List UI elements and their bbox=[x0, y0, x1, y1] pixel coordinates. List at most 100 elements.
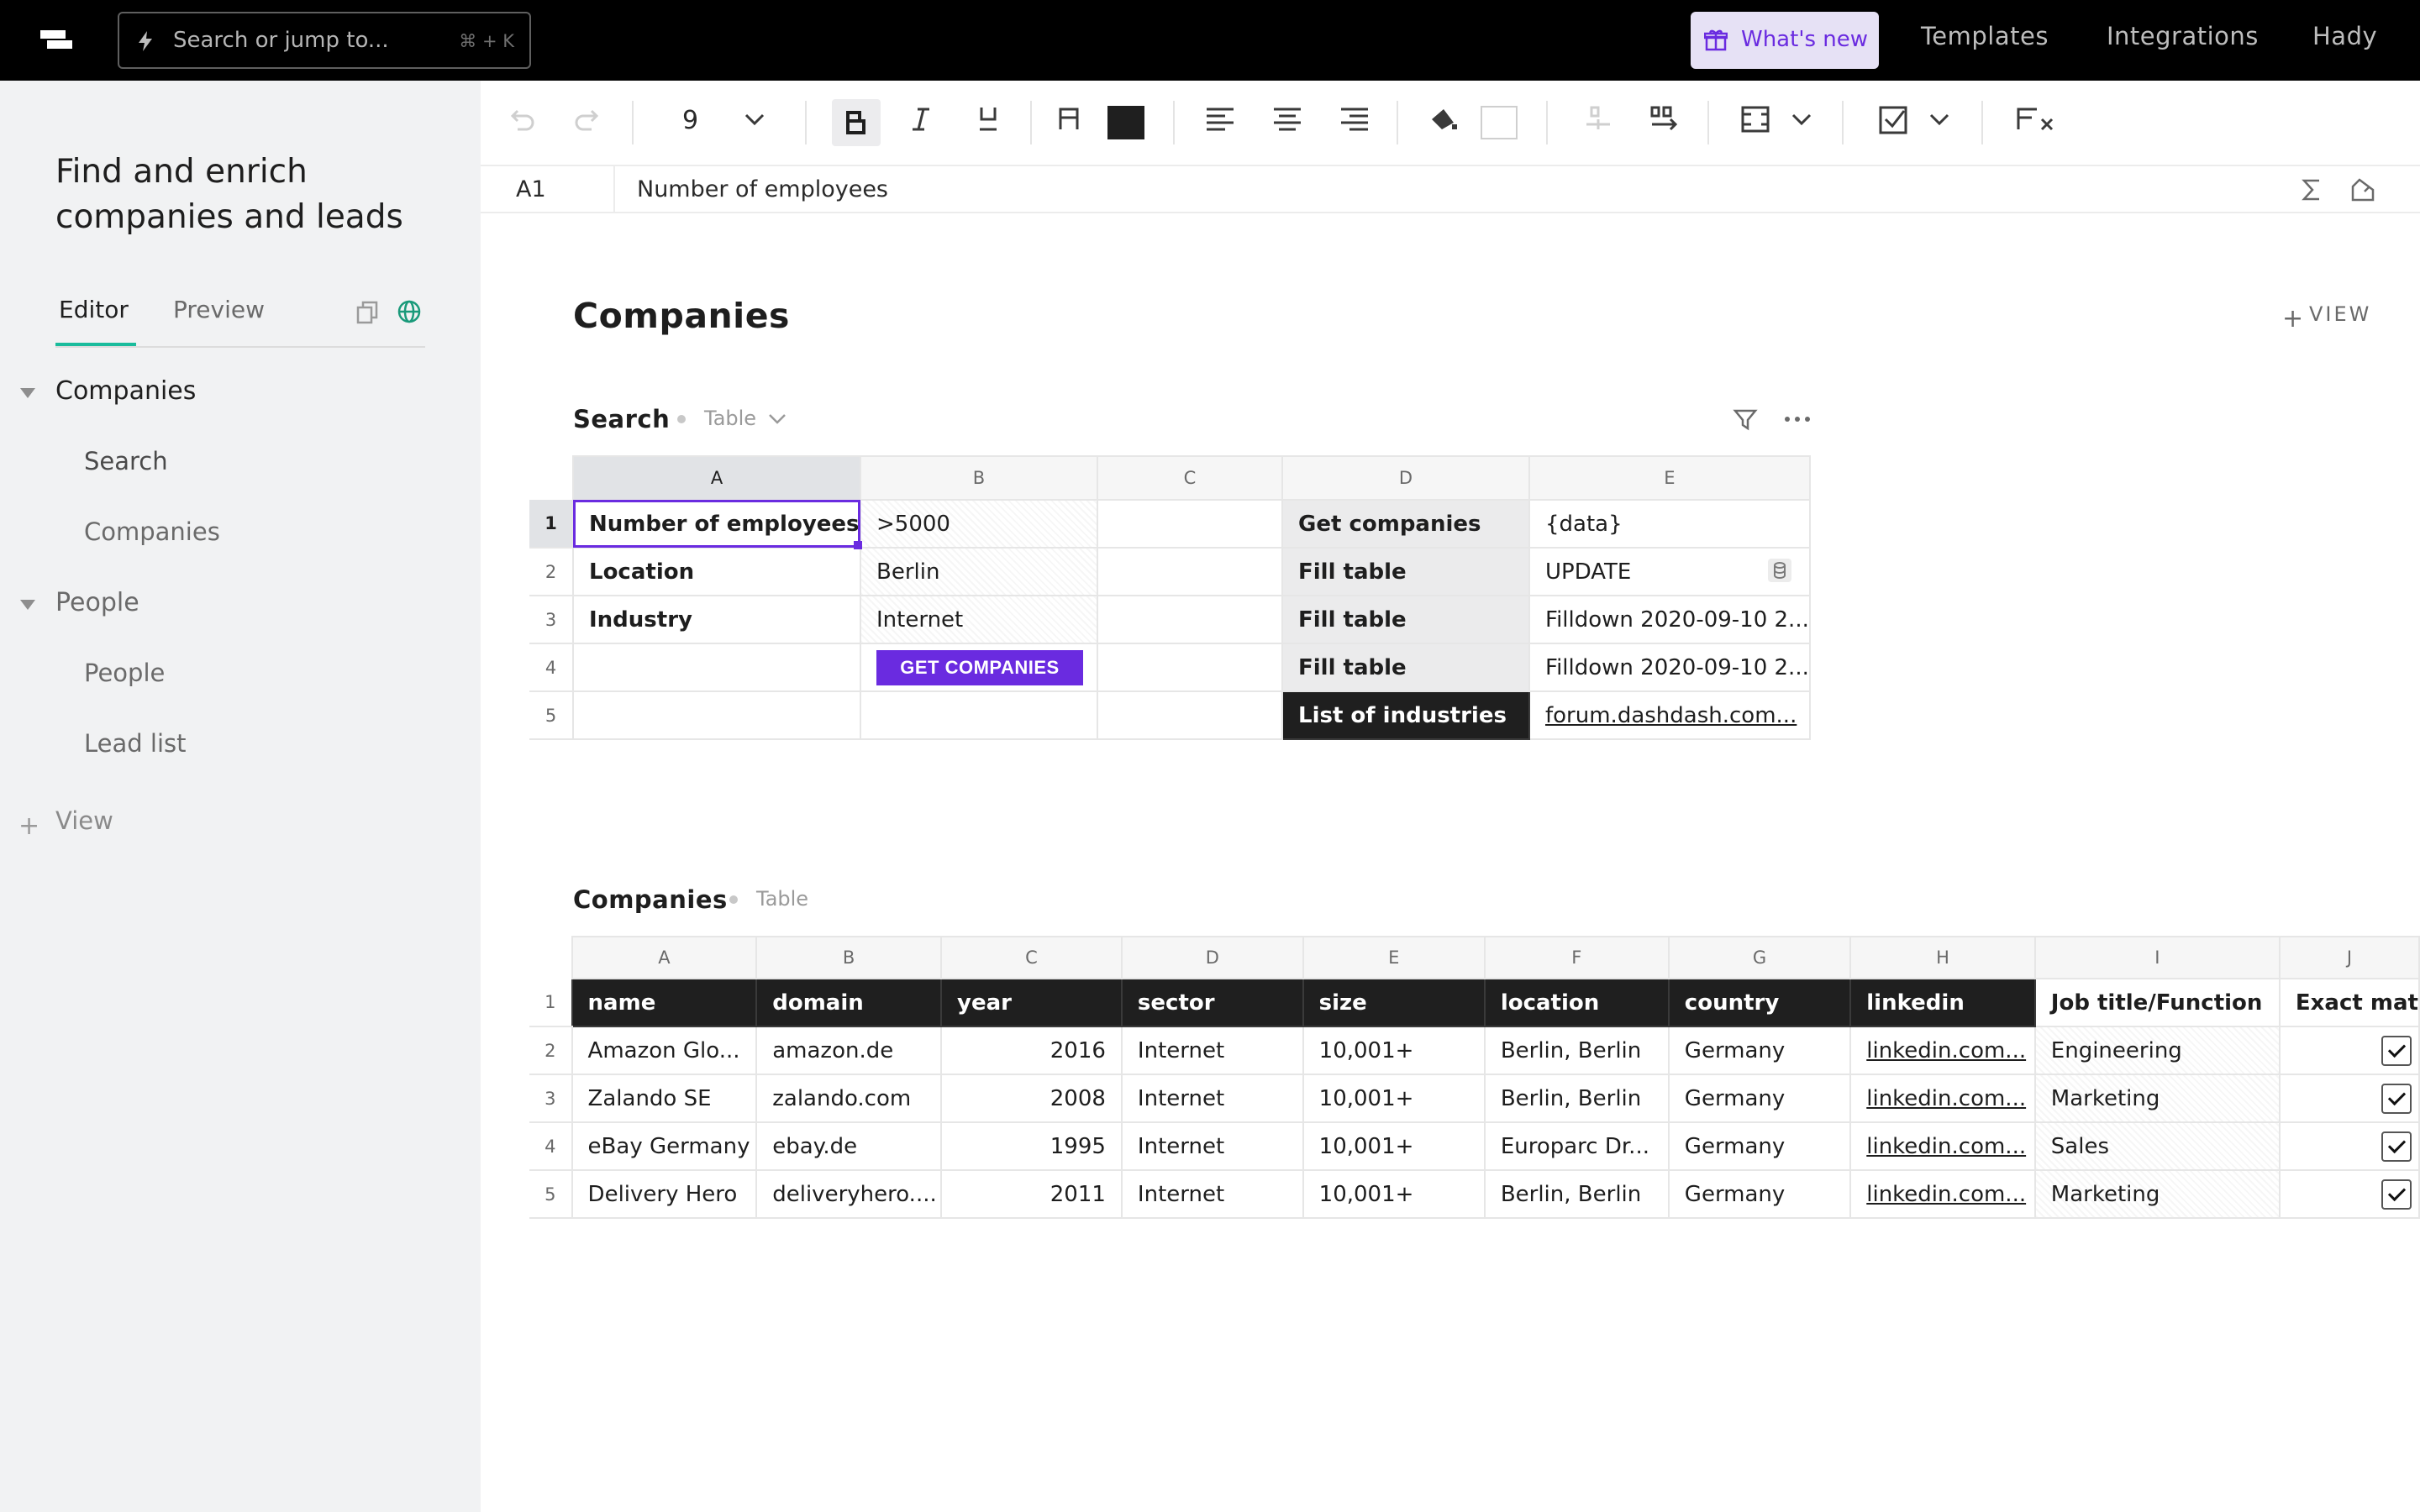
tab-editor[interactable]: Editor bbox=[59, 296, 129, 323]
fill-color-swatch[interactable] bbox=[1481, 106, 1518, 139]
row-header[interactable]: 1 bbox=[529, 500, 573, 549]
more-options-icon[interactable] bbox=[1783, 407, 1812, 432]
collapse-companies-icon[interactable] bbox=[20, 388, 35, 398]
checkbox[interactable] bbox=[2381, 1035, 2412, 1066]
filter-icon[interactable] bbox=[1733, 407, 1758, 432]
table-cell[interactable]: Germany bbox=[1667, 1026, 1852, 1075]
field-header[interactable]: location bbox=[1483, 978, 1670, 1027]
formula-input[interactable]: Number of employees bbox=[637, 176, 888, 202]
row-header[interactable]: 2 bbox=[529, 548, 573, 596]
row-header[interactable]: 4 bbox=[529, 1122, 572, 1171]
table-cell[interactable]: Berlin, Berlin bbox=[1483, 1026, 1670, 1075]
plus-icon[interactable]: + bbox=[2282, 304, 2303, 333]
table-cell[interactable]: Berlin, Berlin bbox=[1483, 1169, 1670, 1219]
cell-a1[interactable]: Number of employees bbox=[572, 499, 861, 549]
nav-integrations[interactable]: Integrations bbox=[2107, 22, 2259, 50]
row-header[interactable]: 5 bbox=[529, 691, 573, 740]
row-header[interactable]: 3 bbox=[529, 596, 573, 644]
nav-user-menu[interactable]: Hady bbox=[2312, 22, 2377, 50]
table-cell[interactable]: Internet bbox=[1120, 1026, 1304, 1075]
field-header[interactable]: domain bbox=[755, 978, 943, 1027]
table-cell[interactable]: Delivery Hero bbox=[571, 1169, 758, 1219]
cell-d1[interactable]: Get companies bbox=[1281, 499, 1530, 549]
insert-column-icon[interactable] bbox=[1580, 102, 1617, 136]
nav-templates[interactable]: Templates bbox=[1921, 22, 2049, 50]
cell-b3[interactable]: Internet bbox=[860, 595, 1098, 644]
field-header[interactable]: sector bbox=[1120, 978, 1304, 1027]
checkbox[interactable] bbox=[2381, 1179, 2412, 1210]
connect-icon[interactable] bbox=[2349, 176, 2376, 203]
table-cell[interactable]: Amazon Glo... bbox=[571, 1026, 758, 1075]
cell-e4[interactable]: Filldown 2020-09-10 2... bbox=[1528, 643, 1811, 692]
table-cell[interactable]: eBay Germany bbox=[571, 1121, 758, 1171]
field-header[interactable]: Job title/Function bbox=[2033, 978, 2281, 1027]
field-header[interactable]: linkedin bbox=[1849, 978, 2036, 1027]
column-header[interactable]: H bbox=[1849, 936, 2036, 979]
whats-new-button[interactable]: What's new bbox=[1691, 12, 1879, 69]
globe-icon[interactable] bbox=[397, 299, 422, 324]
sidebar-item-search[interactable]: Search bbox=[84, 447, 168, 475]
font-size-value[interactable]: 9 bbox=[682, 106, 698, 135]
text-color-swatch[interactable] bbox=[1107, 106, 1144, 139]
table-cell[interactable]: zalando.com bbox=[755, 1074, 943, 1123]
move-column-icon[interactable] bbox=[1647, 102, 1684, 136]
column-header[interactable]: F bbox=[1483, 936, 1670, 979]
table-cell[interactable]: deliveryhero.... bbox=[755, 1169, 943, 1219]
row-header[interactable]: 2 bbox=[529, 1026, 572, 1075]
sidebar-add-view[interactable]: View bbox=[55, 806, 113, 835]
add-view-plus-icon[interactable]: + bbox=[18, 811, 39, 841]
cell-d5[interactable]: List of industries bbox=[1281, 690, 1530, 740]
cell-a4[interactable] bbox=[572, 643, 861, 692]
table-cell[interactable]: linkedin.com... bbox=[1849, 1169, 2036, 1219]
cell-d3[interactable]: Fill table bbox=[1281, 595, 1530, 644]
table-cell[interactable]: Marketing bbox=[2033, 1169, 2281, 1219]
bold-icon[interactable] bbox=[832, 99, 881, 146]
align-center-icon[interactable] bbox=[1270, 102, 1304, 136]
fill-color-icon[interactable] bbox=[1427, 102, 1460, 136]
column-header[interactable]: E bbox=[1302, 936, 1486, 979]
cell-a2[interactable]: Location bbox=[572, 547, 861, 596]
cell-b1[interactable]: >5000 bbox=[860, 499, 1098, 549]
fill-handle[interactable] bbox=[854, 541, 862, 549]
column-header[interactable]: J bbox=[2278, 936, 2420, 979]
column-header[interactable]: I bbox=[2033, 936, 2281, 979]
column-header[interactable]: E bbox=[1528, 455, 1811, 501]
row-header[interactable]: 3 bbox=[529, 1074, 572, 1123]
table-cell[interactable]: 1995 bbox=[940, 1121, 1123, 1171]
column-header[interactable]: D bbox=[1120, 936, 1304, 979]
app-logo-icon[interactable] bbox=[40, 25, 77, 55]
table-view-dropdown-icon[interactable] bbox=[1785, 102, 1818, 136]
field-header[interactable]: name bbox=[571, 978, 758, 1027]
column-header[interactable]: D bbox=[1281, 455, 1530, 501]
table-cell[interactable]: linkedin.com... bbox=[1849, 1074, 2036, 1123]
table-cell[interactable]: Berlin, Berlin bbox=[1483, 1074, 1670, 1123]
row-header[interactable]: 4 bbox=[529, 643, 573, 692]
column-header[interactable]: B bbox=[755, 936, 943, 979]
table-cell[interactable]: Internet bbox=[1120, 1121, 1304, 1171]
table-cell[interactable]: amazon.de bbox=[755, 1026, 943, 1075]
table-cell[interactable]: 2016 bbox=[940, 1026, 1123, 1075]
table-cell[interactable]: 10,001+ bbox=[1302, 1074, 1486, 1123]
cell-a3[interactable]: Industry bbox=[572, 595, 861, 644]
table-cell[interactable]: linkedin.com... bbox=[1849, 1026, 2036, 1075]
table-cell[interactable]: Germany bbox=[1667, 1121, 1852, 1171]
font-size-dropdown-icon[interactable] bbox=[738, 102, 771, 136]
table-cell[interactable]: Europarc Dr... bbox=[1483, 1121, 1670, 1171]
cell-a5[interactable] bbox=[572, 690, 861, 740]
cell-e5[interactable]: forum.dashdash.com... bbox=[1528, 690, 1811, 740]
checkbox-dropdown-icon[interactable] bbox=[1923, 102, 1956, 136]
redo-icon[interactable] bbox=[571, 102, 605, 136]
get-companies-button[interactable]: GET COMPANIES bbox=[876, 649, 1083, 685]
cell-c3[interactable] bbox=[1097, 595, 1283, 644]
linkedin-link[interactable]: linkedin.com... bbox=[1866, 1182, 2026, 1207]
text-style-icon[interactable] bbox=[1052, 102, 1086, 136]
duplicate-icon[interactable] bbox=[356, 301, 378, 324]
industries-link[interactable]: forum.dashdash.com... bbox=[1545, 703, 1797, 728]
column-header[interactable]: C bbox=[1097, 455, 1283, 501]
cell-b5[interactable] bbox=[860, 690, 1098, 740]
cell-d4[interactable]: Fill table bbox=[1281, 643, 1530, 692]
document-title[interactable]: Find and enrich companies and leads bbox=[55, 150, 442, 240]
section-type-search[interactable]: Table bbox=[704, 407, 756, 430]
cell-e3[interactable]: Filldown 2020-09-10 2... bbox=[1528, 595, 1811, 644]
table-cell[interactable]: Zalando SE bbox=[571, 1074, 758, 1123]
